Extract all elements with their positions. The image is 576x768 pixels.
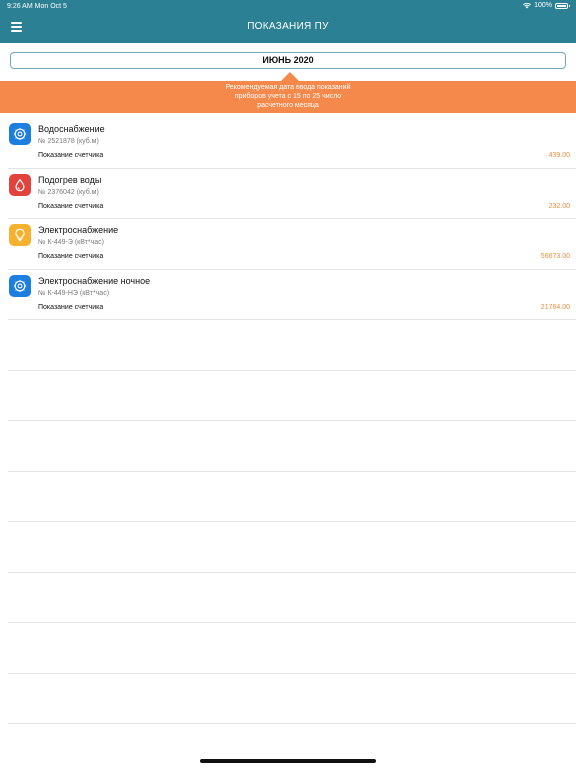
- empty-row: [0, 623, 576, 674]
- battery-percent: 100%: [534, 2, 552, 9]
- meter-item-electricity[interactable]: Электроснабжение № К-449-Э (кВт*час) Пок…: [0, 219, 576, 270]
- wifi-icon: [523, 2, 532, 8]
- meter-number: № 2521878 (куб.м): [38, 138, 99, 145]
- meters-list: Водоснабжение № 2521878 (куб.м) Показани…: [0, 118, 576, 320]
- meter-item-water-supply[interactable]: Водоснабжение № 2521878 (куб.м) Показани…: [0, 118, 576, 169]
- meter-number: № 2376042 (куб.м): [38, 188, 99, 196]
- notice-line-3: расчетного месяца: [257, 102, 319, 109]
- empty-list-area: [0, 320, 576, 724]
- meter-item-electricity-night[interactable]: Электроснабжение ночное № К-449-НЭ (кВт*…: [0, 270, 576, 321]
- reading-label: Показание счетчика: [38, 202, 104, 210]
- water-supply-icon: [9, 123, 31, 145]
- meter-name: Водоснабжение: [38, 124, 105, 134]
- empty-row: [0, 472, 576, 523]
- status-right: 100%: [523, 2, 570, 9]
- notice-arrow: [281, 72, 299, 81]
- reading-value: 21764.00: [540, 303, 570, 311]
- month-selector[interactable]: ИЮНЬ 2020: [10, 52, 566, 69]
- reading-label: Показание счетчика: [38, 253, 104, 260]
- notice-line-2: приборов учета с 15 по 25 число: [234, 93, 342, 100]
- empty-row: [0, 522, 576, 573]
- page-title: ПОКАЗАНИЯ ПУ: [247, 21, 329, 32]
- app-header: 9:26 AM Mon Oct 5 100% ПОКАЗАНИЯ ПУ: [0, 0, 576, 43]
- home-indicator[interactable]: [200, 759, 376, 763]
- status-date-text: Mon Oct 5: [34, 3, 67, 10]
- water-drop-icon: [9, 173, 31, 196]
- notice-line-1: Рекомендуемая дата ввода показаний: [225, 84, 351, 91]
- empty-row: [0, 573, 576, 624]
- reading-label: Показание счетчика: [38, 152, 104, 159]
- meter-number: № К-449-Э (кВт*час): [38, 239, 104, 246]
- reading-value: 439.00: [548, 152, 570, 159]
- light-bulb-icon: [9, 224, 31, 246]
- battery-icon: [555, 2, 570, 9]
- night-electricity-icon: [9, 274, 31, 297]
- status-time: 9:26 AM Mon Oct 5: [7, 3, 67, 10]
- notice-banner: Рекомендуемая дата ввода показаний прибо…: [0, 81, 576, 113]
- empty-row: [0, 421, 576, 472]
- reading-value: 232.00: [548, 202, 570, 210]
- empty-row: [0, 371, 576, 422]
- meter-name: Электроснабжение ночное: [38, 275, 151, 286]
- empty-row: [0, 320, 576, 371]
- status-time-text: 9:26 AM: [7, 3, 33, 10]
- reading-label: Показание счетчика: [38, 303, 104, 311]
- meter-name: Электроснабжение: [38, 225, 119, 235]
- meter-item-water-heating[interactable]: Подогрев воды № 2376042 (куб.м) Показани…: [0, 169, 576, 220]
- empty-row: [0, 674, 576, 725]
- status-bar: 9:26 AM Mon Oct 5 100%: [0, 0, 576, 12]
- reading-value: 56673.00: [540, 253, 570, 260]
- meter-number: № К-449-НЭ (кВт*час): [38, 289, 110, 297]
- meter-name: Подогрев воды: [38, 174, 102, 185]
